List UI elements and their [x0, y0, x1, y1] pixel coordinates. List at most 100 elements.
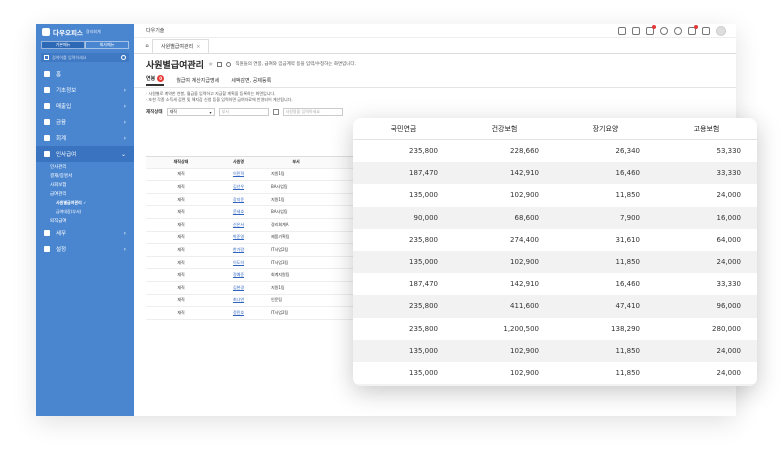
nav-label: 매출입: [56, 104, 72, 110]
cell-name[interactable]: 이도하: [216, 260, 261, 266]
cell-name[interactable]: 윤세호: [216, 209, 261, 215]
sidebar-search-placeholder: 검색어를 입력하세요: [52, 54, 87, 60]
employee-search-input[interactable]: 사원명을 입력하세요: [282, 108, 343, 116]
sub-retirement[interactable]: 퇴직급여: [36, 216, 134, 225]
page-title: 사원별급여관리: [146, 60, 204, 71]
calendar-icon[interactable]: [646, 24, 656, 35]
chevron-right-icon: ›: [123, 229, 126, 237]
home-tab-icon[interactable]: ⌂: [142, 39, 152, 53]
gear-icon[interactable]: [674, 26, 682, 35]
help-icon[interactable]: [660, 26, 668, 35]
table-row: 90,000 68,600 7,900 16,000: [353, 206, 757, 229]
basic-menu-button[interactable]: 기본메뉴: [41, 41, 85, 49]
cell-status: 재직: [177, 284, 185, 290]
table-cell: 11,850: [615, 191, 641, 200]
nav-basic-info[interactable]: 기초정보 ›: [36, 82, 134, 98]
cell-status: 재직: [177, 309, 185, 315]
tab-salary[interactable]: 연봉 0: [146, 75, 165, 86]
table-cell: 7,900: [619, 213, 640, 222]
nav-home[interactable]: 홈: [36, 66, 134, 82]
table-cell: 142,910: [510, 169, 539, 178]
nav-label: 회계: [56, 136, 67, 142]
filter-bar: 재직상태 재직 ▾ 부서 사원명을 입력하세요: [134, 106, 736, 118]
cell-name[interactable]: 박준영: [216, 234, 261, 240]
sub-insurance[interactable]: 사회보험: [36, 180, 134, 189]
sub-tabs: 연봉 0 월급여 계산지급명세 세액감면, 공제등록: [134, 74, 736, 88]
tax-icon: [44, 230, 50, 236]
cell-name[interactable]: 정예준: [216, 272, 261, 278]
table-cell: 24,000: [716, 258, 742, 267]
sidebar-search[interactable]: 검색어를 입력하세요: [41, 53, 129, 62]
cell-dept: 제품기획팀: [271, 234, 290, 240]
cell-name[interactable]: 이민혁: [216, 171, 261, 177]
header-name: 사원명: [232, 159, 245, 165]
popup-rows: 235,800 228,660 26,340 53,330 187,470 142,910…: [353, 140, 757, 386]
notes: · 사원별로 계약한 연봉, 월급을 입력하고 지급할 계획을 등록하는 화면입…: [134, 88, 736, 106]
cell-dept: BA사업팀: [271, 183, 288, 189]
sales-icon: [44, 103, 50, 109]
table-cell: 102,900: [510, 258, 539, 267]
cell-name[interactable]: 한가람: [216, 247, 261, 253]
header-national-pension: 국민연금: [390, 124, 417, 133]
table-cell: 235,800: [409, 324, 438, 333]
apps-grid-icon[interactable]: [702, 26, 710, 35]
sub-payroll[interactable]: 급여관리: [36, 189, 134, 198]
bell-icon[interactable]: [688, 24, 698, 35]
tab-employee-payroll[interactable]: 사원별급여관리 ×: [152, 39, 210, 53]
cell-status: 재직: [177, 234, 185, 240]
table-cell: 33,330: [716, 169, 742, 178]
cell-status: 재직: [177, 259, 185, 265]
chevron-right-icon: ›: [123, 102, 126, 110]
table-cell: 96,000: [716, 302, 742, 311]
cell-name[interactable]: 최나연: [216, 297, 261, 303]
count-badge: 0: [157, 75, 165, 82]
table-cell: 16,460: [615, 169, 641, 178]
accounting-icon: [44, 135, 50, 141]
close-icon[interactable]: ×: [196, 44, 200, 50]
table-cell: 187,470: [409, 169, 438, 178]
tab-deductions[interactable]: 세액감면, 공제등록: [231, 77, 271, 84]
company-menu-button[interactable]: 회사메뉴: [85, 41, 129, 49]
table-cell: 31,610: [615, 235, 641, 244]
star-icon[interactable]: ★: [208, 61, 213, 68]
cell-name[interactable]: 김현경: [216, 285, 261, 291]
favorite-icon[interactable]: [618, 26, 626, 35]
tab-monthly-pay[interactable]: 월급여 계산지급명세: [176, 77, 219, 84]
table-cell: 64,000: [716, 235, 742, 244]
org-chart-icon[interactable]: [272, 109, 279, 115]
sub-employee-payroll[interactable]: 사원별급여관리 ✓: [36, 198, 134, 207]
nav-settings[interactable]: 설정 ›: [36, 241, 134, 257]
brand[interactable]: 다우오피스 경리회계: [36, 24, 134, 40]
table-cell: 135,000: [409, 258, 438, 267]
filter-label: 재직상태: [146, 110, 163, 115]
table-cell: 235,800: [409, 302, 438, 311]
status-value: 재직: [169, 109, 177, 114]
nav-label: 세무: [56, 231, 67, 237]
table-cell: 142,910: [510, 280, 539, 289]
nav-hr-payroll[interactable]: 인사급여 ⌄: [36, 146, 134, 162]
nav-sales[interactable]: 매출입 ›: [36, 98, 134, 114]
status-select[interactable]: 재직 ▾: [166, 108, 215, 116]
table-cell: 11,850: [615, 346, 641, 355]
manual-icon[interactable]: [217, 61, 223, 67]
table-cell: 135,000: [409, 368, 438, 377]
cell-name[interactable]: 김선우: [216, 184, 261, 190]
table-cell: 33,330: [716, 280, 742, 289]
sub-hr-manage[interactable]: 인사관리: [36, 162, 134, 171]
cell-dept: 회계지원팀: [271, 272, 290, 278]
megaphone-icon[interactable]: [632, 26, 640, 35]
sub-approval[interactable]: 결재/증명서: [36, 171, 134, 180]
table-cell: 138,290: [611, 324, 640, 333]
nav-finance[interactable]: 금융 ›: [36, 114, 134, 130]
cell-name[interactable]: 강지윤: [216, 197, 261, 203]
sub-payroll-ledger[interactable]: 급여대장(부서): [36, 207, 134, 216]
table-cell: 274,400: [510, 235, 539, 244]
cell-dept: IT사업2팀: [271, 246, 289, 252]
nav-accounting[interactable]: 회계 ›: [36, 130, 134, 146]
nav-tax[interactable]: 세무 ›: [36, 225, 134, 241]
dept-input[interactable]: 부서: [218, 108, 269, 116]
cell-name[interactable]: 신은서: [216, 222, 261, 228]
avatar[interactable]: [716, 25, 726, 36]
cell-name[interactable]: 정민호: [216, 310, 261, 316]
chevron-right-icon: ›: [123, 134, 126, 142]
